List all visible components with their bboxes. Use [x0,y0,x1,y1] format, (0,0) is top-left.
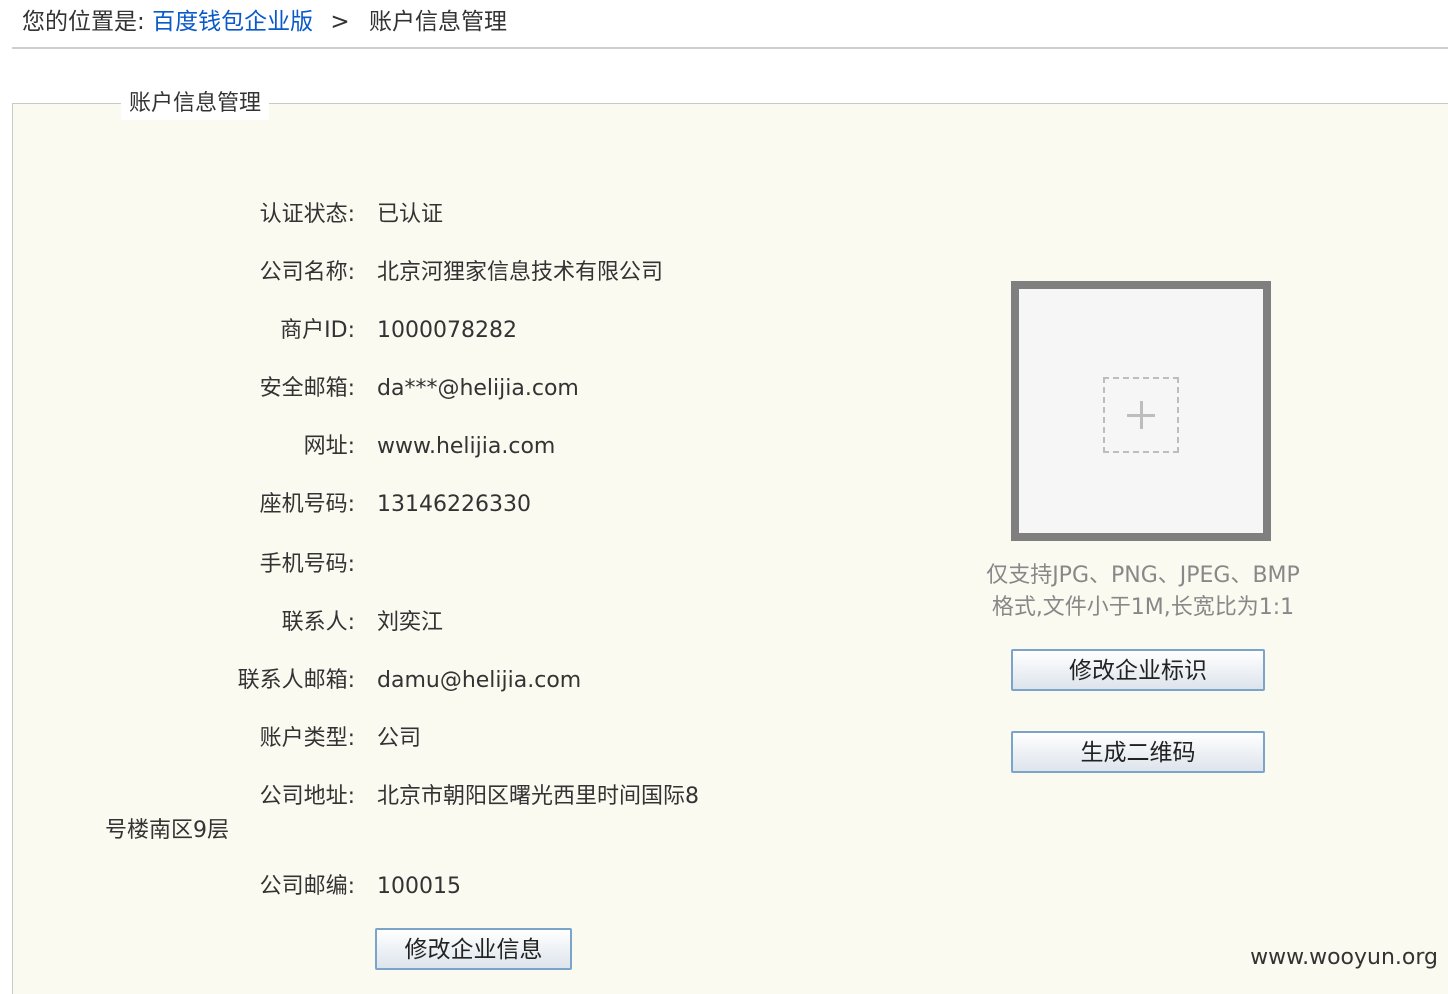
field-value: da***@helijia.com [377,376,579,401]
field-value: 100015 [377,874,461,899]
field-value: 北京河狸家信息技术有限公司 [377,260,664,285]
field-value: 13146226330 [377,492,531,517]
logo-size-hint: 格式,文件小于1M,长宽比为1:1 [991,595,1295,620]
plus-icon-vertical [1140,401,1143,429]
field-label: 网址: [303,434,355,459]
field-value: 刘奕江 [377,610,444,635]
breadcrumb-home-link[interactable]: 百度钱包企业版 [152,9,313,35]
breadcrumb: 您的位置是: 百度钱包企业版 > 账户信息管理 [22,4,507,40]
edit-logo-button[interactable]: 修改企业标识 [1011,649,1265,691]
field-label: 认证状态: [259,202,355,227]
logo-upload-area[interactable] [1011,281,1271,541]
field-label: 联系人: [281,610,355,635]
add-logo-placeholder[interactable] [1103,377,1179,453]
field-label: 安全邮箱: [259,376,355,401]
field-label: 账户类型: [259,726,355,751]
field-label: 公司邮编: [259,874,355,899]
field-label: 座机号码: [259,492,355,517]
breadcrumb-prefix: 您的位置是: [22,9,145,35]
field-label: 商户ID: [280,318,355,343]
field-value: damu@helijia.com [377,668,582,693]
panel-title: 账户信息管理 [121,88,270,120]
field-value: 公司 [377,726,422,751]
watermark: www.wooyun.org [1250,945,1438,970]
field-address-continued: 号楼南区9层 [105,818,229,843]
field-value: www.helijia.com [377,434,556,459]
breadcrumb-current: 账户信息管理 [368,9,507,35]
field-value: 北京市朝阳区曙光西里时间国际8 [377,784,699,809]
field-label: 公司名称: [259,260,355,285]
field-value: 已认证 [377,202,444,227]
field-label: 公司地址: [259,784,355,809]
logo-format-hint: 仅支持JPG、PNG、JPEG、BMP [986,563,1300,588]
generate-qr-button[interactable]: 生成二维码 [1011,731,1265,773]
account-info-panel: 账户信息管理 认证状态: 已认证 公司名称: 北京河狸家信息技术有限公司 商户I… [12,88,1448,994]
field-value: 1000078282 [377,318,517,343]
breadcrumb-divider [12,47,1448,49]
field-label: 联系人邮箱: [237,668,355,693]
breadcrumb-separator: > [330,9,350,35]
field-label: 手机号码: [259,552,355,577]
edit-company-info-button[interactable]: 修改企业信息 [375,928,572,970]
